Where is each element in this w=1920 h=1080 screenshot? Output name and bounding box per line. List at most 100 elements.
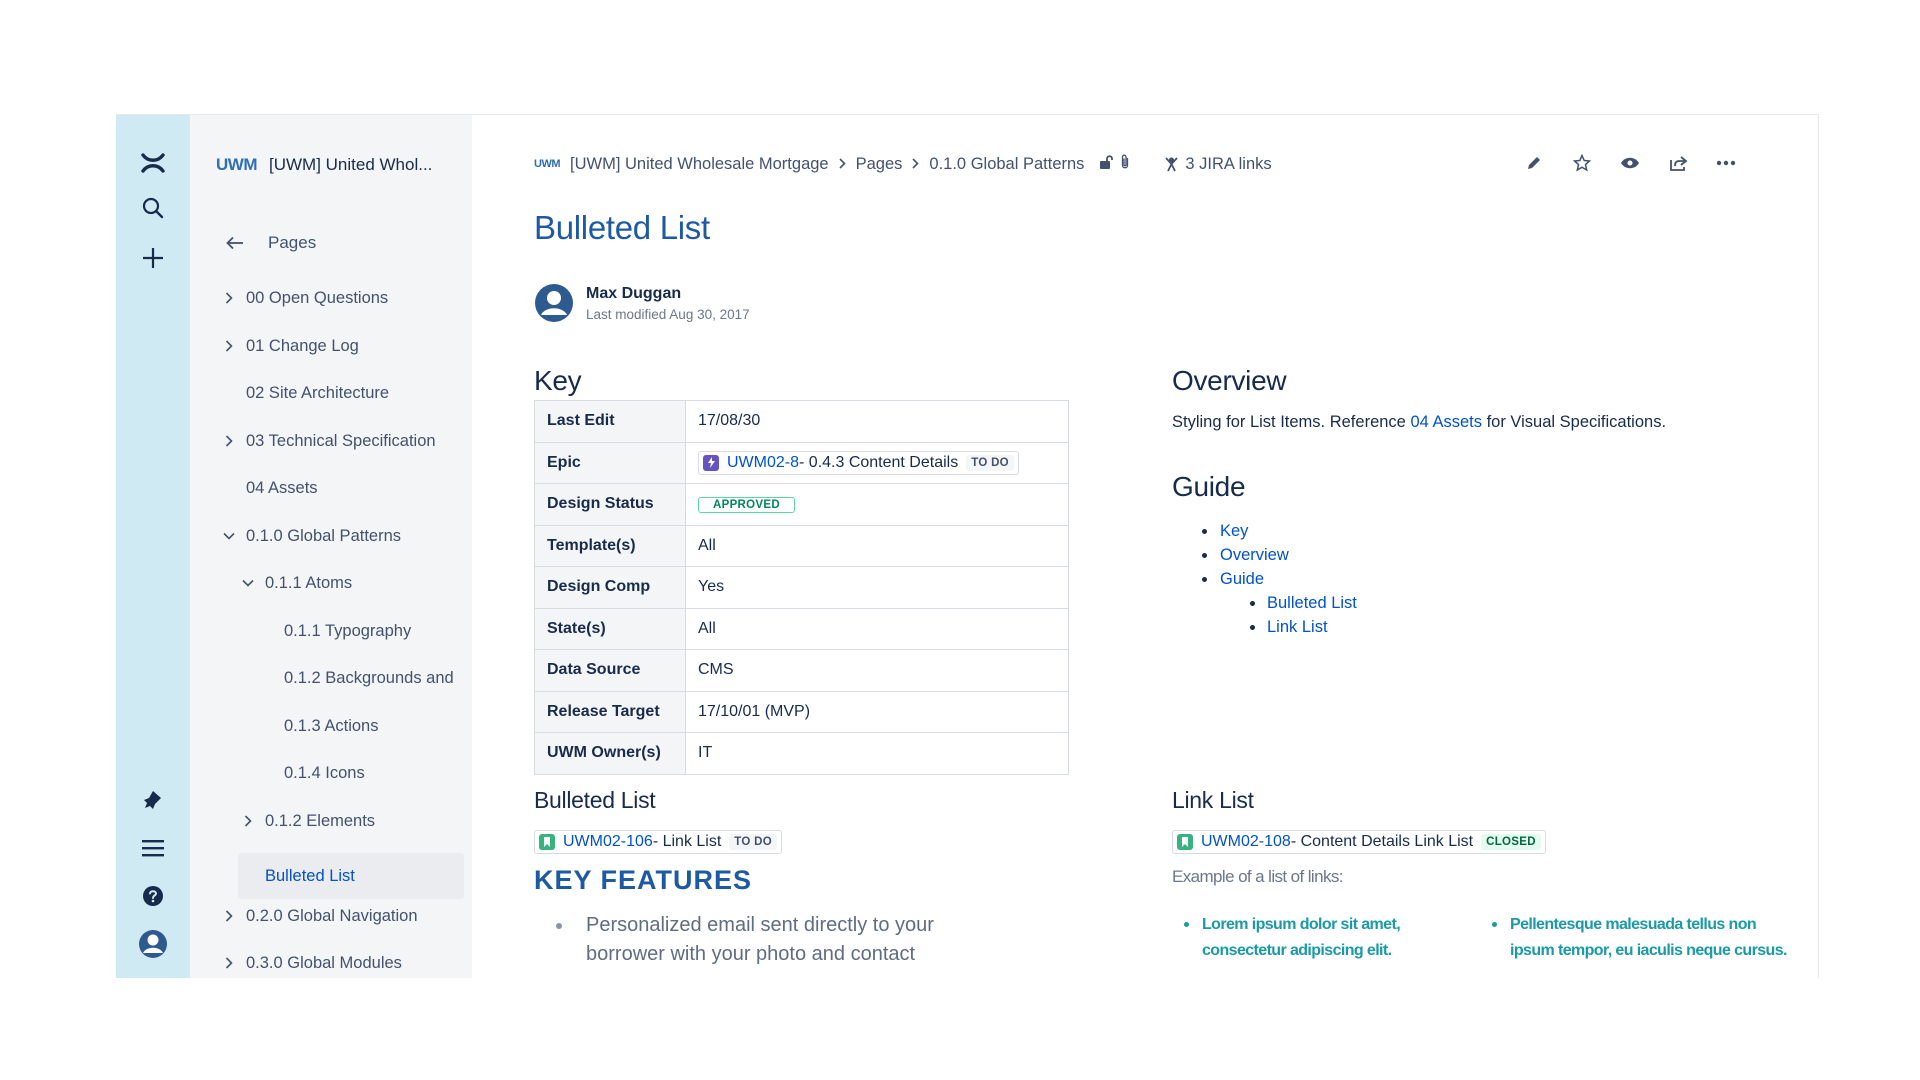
tree-item[interactable]: 0.1.1 Typography [256, 616, 411, 646]
tree-item-label: 0.1.4 Icons [284, 763, 365, 782]
toc-link[interactable]: Overview [1172, 543, 1357, 567]
row-value: APPROVED [685, 483, 1069, 526]
pages-label: Pages [268, 233, 317, 252]
story-issue-chip[interactable]: UWM02-106 - Link List TO DO [534, 830, 782, 854]
tree-item-label: 0.1.2 Elements [265, 811, 376, 830]
example-link[interactable]: Lorem ipsum dolor sit amet, consectetur … [1184, 912, 1484, 964]
tree-item[interactable]: 0.1.3 Actions [256, 711, 378, 741]
breadcrumb-item[interactable]: 0.1.0 Global Patterns [929, 155, 1084, 174]
tree-item[interactable]: 0.3.0 Global Modules [218, 948, 402, 978]
bulleted-list-heading: Bulleted List [534, 787, 656, 813]
jira-links[interactable]: 3 JIRA links [1164, 155, 1272, 174]
link-list-caption: Example of a list of links: [1172, 867, 1343, 886]
status-badge: TO DO [966, 454, 1014, 471]
chevron-down-icon[interactable] [237, 579, 259, 587]
status-badge: TO DO [729, 834, 777, 850]
toc-link[interactable]: Key [1172, 519, 1357, 543]
pages-back-link[interactable]: Pages [226, 233, 316, 253]
epic-summary: - 0.4.3 Content Details [799, 453, 959, 471]
chevron-down-icon[interactable] [218, 532, 240, 540]
table-row: Template(s) All [534, 524, 1069, 567]
tree-item[interactable]: 0.2.0 Global Navigation [218, 901, 418, 931]
confluence-logo-icon[interactable] [116, 145, 190, 181]
page-content: UWM [UWM] United Wholesale Mortgage Page… [472, 115, 1818, 978]
row-label: State(s) [534, 607, 686, 650]
example-link[interactable]: Pellentesque malesuada tellus non ipsum … [1492, 912, 1792, 964]
epic-issue-chip[interactable]: UWM02-8 - 0.4.3 Content Details TO DO [698, 450, 1019, 475]
bulleted-list-issue: UWM02-106 - Link List TO DO [534, 830, 782, 854]
chevron-right-icon[interactable] [218, 435, 240, 447]
row-label: Release Target [534, 690, 686, 733]
star-icon[interactable] [1558, 149, 1606, 177]
attachment-icon[interactable] [1120, 153, 1130, 175]
search-icon[interactable] [116, 191, 190, 225]
guide-heading: Guide [1172, 471, 1246, 502]
row-label: UWM Owner(s) [534, 732, 686, 775]
table-row: Last Edit 17/08/30 [534, 400, 1069, 443]
last-modified[interactable]: Last modified Aug 30, 2017 [586, 307, 750, 322]
tree-item-label: 0.3.0 Global Modules [246, 953, 402, 972]
toc-link[interactable]: Link List [1172, 615, 1357, 639]
tree-item-label: Bulleted List [265, 866, 355, 885]
tree-item[interactable]: 01 Change Log [218, 331, 359, 361]
row-value: 17/10/01 (MVP) [685, 690, 1069, 733]
row-label: Design Comp [534, 566, 686, 609]
tree-item-current[interactable]: Bulleted List [237, 861, 355, 891]
profile-avatar-icon[interactable] [116, 925, 190, 963]
author-avatar[interactable] [534, 283, 574, 323]
menu-icon[interactable] [116, 831, 190, 865]
epic-key-link[interactable]: UWM02-8 [727, 454, 799, 472]
tree-item[interactable]: 0.1.1 Atoms [237, 568, 352, 598]
tree-item[interactable]: 0.1.0 Global Patterns [218, 521, 401, 551]
assets-link[interactable]: 04 Assets [1410, 413, 1482, 431]
chevron-right-icon[interactable] [218, 340, 240, 352]
table-of-contents: Key Overview Guide Bulleted List Link Li… [1172, 519, 1357, 639]
notifications-icon[interactable] [116, 783, 190, 817]
tree-item[interactable]: 0.1.4 Icons [256, 758, 365, 788]
space-header[interactable]: UWM [UWM] United Whol... [216, 155, 432, 175]
tree-item-label: 0.1.2 Backgrounds and [284, 668, 454, 687]
toc-link[interactable]: Guide [1172, 567, 1357, 591]
help-icon[interactable] [116, 879, 190, 913]
tree-item[interactable]: 02 Site Architecture [218, 378, 389, 408]
row-label: Epic [534, 441, 686, 484]
tree-item[interactable]: 03 Technical Specification [218, 426, 436, 456]
tree-item[interactable]: 0.1.2 Backgrounds and [256, 663, 454, 693]
breadcrumb-item[interactable]: Pages [856, 155, 903, 174]
author-name[interactable]: Max Duggan [586, 285, 750, 303]
tree-item[interactable]: 0.1.2 Elements [237, 806, 375, 836]
share-icon[interactable] [1654, 149, 1702, 177]
table-row: State(s) All [534, 607, 1069, 650]
issue-key-link[interactable]: UWM02-108 [1201, 833, 1291, 851]
row-value: UWM02-8 - 0.4.3 Content Details TO DO [685, 441, 1069, 484]
row-label: Template(s) [534, 524, 686, 567]
row-label: Last Edit [534, 400, 686, 443]
table-row: Data Source CMS [534, 649, 1069, 692]
chevron-right-icon[interactable] [218, 957, 240, 969]
watch-eye-icon[interactable] [1606, 149, 1654, 177]
breadcrumb-item[interactable]: [UWM] United Wholesale Mortgage [570, 155, 829, 174]
toc-link[interactable]: Bulleted List [1172, 591, 1357, 615]
chevron-right-icon[interactable] [218, 292, 240, 304]
chevron-right-icon[interactable] [218, 910, 240, 922]
overview-text: Styling for List Items. Reference 04 Ass… [1172, 413, 1666, 432]
space-name: [UWM] United Whol... [268, 155, 433, 174]
story-icon [1177, 834, 1193, 850]
tree-item-label: 03 Technical Specification [246, 431, 436, 450]
story-issue-chip[interactable]: UWM02-108 - Content Details Link List CL… [1172, 830, 1546, 854]
create-plus-icon[interactable] [116, 241, 190, 275]
epic-icon [703, 454, 719, 471]
overview-heading: Overview [1172, 365, 1287, 396]
edit-pencil-icon[interactable] [1510, 149, 1558, 177]
key-heading: Key [534, 365, 582, 396]
row-value: All [685, 607, 1069, 650]
overview-text-after: for Visual Specifications. [1481, 413, 1667, 431]
more-actions-icon[interactable] [1702, 149, 1750, 177]
chevron-right-icon[interactable] [237, 815, 259, 827]
table-row: Design Comp Yes [534, 566, 1069, 609]
issue-key-link[interactable]: UWM02-106 [563, 833, 653, 851]
unlock-icon[interactable] [1098, 154, 1114, 175]
table-row: Design Status APPROVED [534, 483, 1069, 526]
tree-item[interactable]: 00 Open Questions [218, 283, 388, 313]
tree-item[interactable]: 04 Assets [218, 473, 318, 503]
